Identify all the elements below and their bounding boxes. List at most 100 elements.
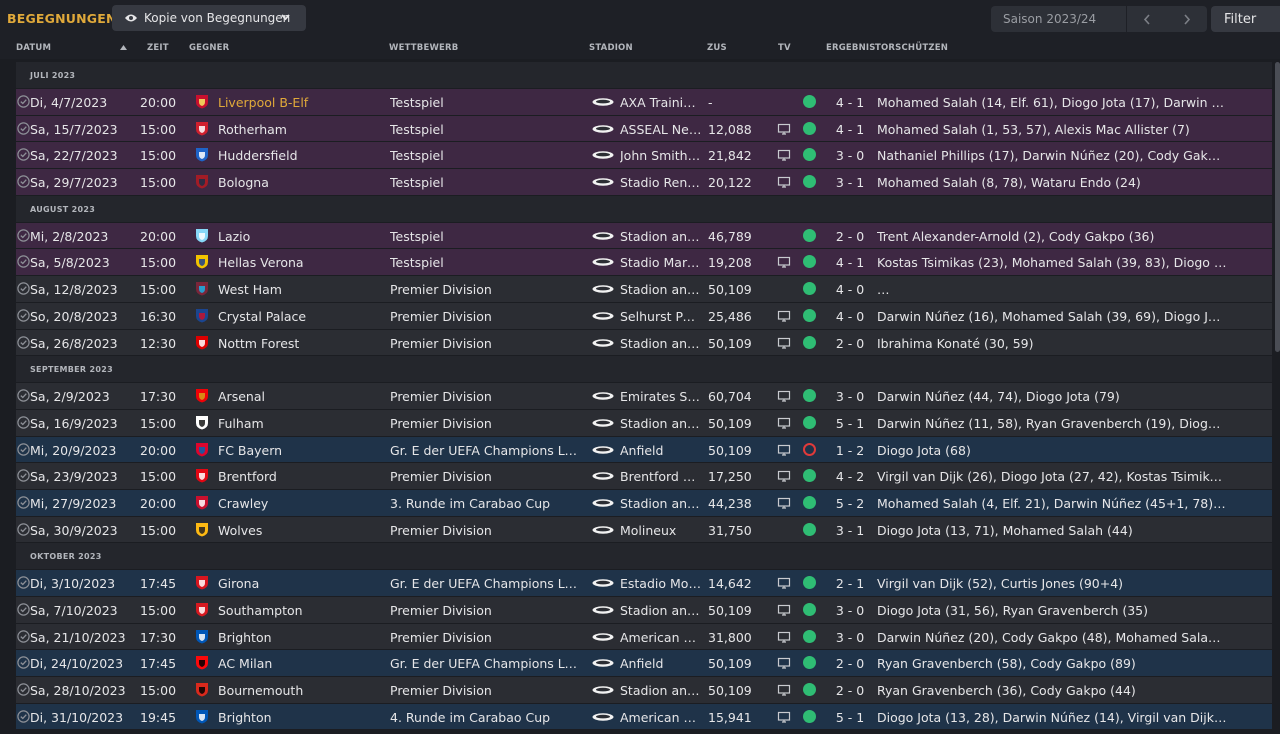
- stadium-link[interactable]: John Smith'…: [620, 148, 702, 163]
- match-score[interactable]: 2 - 0: [826, 683, 874, 698]
- stadium-link[interactable]: Stadio Marc…: [620, 255, 702, 270]
- opponent-link[interactable]: Crystal Palace: [218, 309, 388, 324]
- match-score[interactable]: 3 - 0: [826, 630, 874, 645]
- opponent-link[interactable]: Bologna: [218, 175, 388, 190]
- stadium-link[interactable]: Anfield: [620, 443, 702, 458]
- match-row[interactable]: Sa, 2/9/2023 17:30 Arsenal Premier Division…: [16, 383, 1272, 409]
- stadium-link[interactable]: Anfield: [620, 656, 702, 671]
- stadium-link[interactable]: American Ex…: [620, 710, 702, 725]
- competition-link[interactable]: Gr. E der UEFA Champions Lea…: [390, 576, 584, 591]
- match-score[interactable]: 5 - 2: [826, 496, 874, 511]
- match-score[interactable]: 2 - 0: [826, 656, 874, 671]
- opponent-link[interactable]: Brighton: [218, 630, 388, 645]
- match-row[interactable]: Sa, 29/7/2023 15:00 Bologna Testspiel Stadio…: [16, 169, 1272, 195]
- col-scorers[interactable]: TORSCHÜTZEN: [875, 43, 948, 53]
- opponent-link[interactable]: Crawley: [218, 496, 388, 511]
- opponent-link[interactable]: Girona: [218, 576, 388, 591]
- competition-link[interactable]: Gr. E der UEFA Champions Lea…: [390, 443, 584, 458]
- opponent-link[interactable]: West Ham: [218, 282, 388, 297]
- match-row[interactable]: Mi, 20/9/2023 20:00 FC Bayern Gr. E der UEF…: [16, 436, 1272, 463]
- match-row[interactable]: Di, 3/10/2023 17:45 Girona Gr. E der UEFA C…: [16, 570, 1272, 596]
- season-selector[interactable]: Saison 2023/24: [991, 6, 1126, 32]
- competition-link[interactable]: Premier Division: [390, 309, 584, 324]
- opponent-link[interactable]: Brighton: [218, 710, 388, 725]
- col-attendance[interactable]: ZUS: [707, 43, 727, 53]
- col-date[interactable]: DATUM: [16, 43, 51, 53]
- col-result[interactable]: ERGEBNIS: [826, 43, 876, 53]
- competition-link[interactable]: Premier Division: [390, 603, 584, 618]
- competition-link[interactable]: Testspiel: [390, 229, 584, 244]
- stadium-link[interactable]: Selhurst Park: [620, 309, 702, 324]
- match-row[interactable]: Sa, 21/10/2023 17:30 Brighton Premier Divis…: [16, 623, 1272, 650]
- opponent-link[interactable]: Wolves: [218, 523, 388, 538]
- stadium-link[interactable]: Stadion an d…: [620, 282, 702, 297]
- stadium-link[interactable]: ASSEAL Ne…: [620, 122, 702, 137]
- competition-link[interactable]: Testspiel: [390, 175, 584, 190]
- opponent-link[interactable]: FC Bayern: [218, 443, 388, 458]
- stadium-link[interactable]: Stadion an d…: [620, 336, 702, 351]
- stadium-link[interactable]: Stadion an d…: [620, 416, 702, 431]
- competition-link[interactable]: Premier Division: [390, 469, 584, 484]
- opponent-link[interactable]: Rotherham: [218, 122, 388, 137]
- match-score[interactable]: 3 - 0: [826, 148, 874, 163]
- stadium-link[interactable]: Stadion an d…: [620, 496, 702, 511]
- scrollbar-thumb[interactable]: [1275, 62, 1280, 352]
- match-score[interactable]: 4 - 1: [826, 255, 874, 270]
- match-row[interactable]: Sa, 30/9/2023 15:00 Wolves Premier Division…: [16, 516, 1272, 543]
- opponent-link[interactable]: Bournemouth: [218, 683, 388, 698]
- competition-link[interactable]: Premier Division: [390, 523, 584, 538]
- match-score[interactable]: 4 - 1: [826, 95, 874, 110]
- match-score[interactable]: 4 - 1: [826, 122, 874, 137]
- match-score[interactable]: 4 - 0: [826, 282, 874, 297]
- stadium-link[interactable]: Stadion an d…: [620, 683, 702, 698]
- match-score[interactable]: 5 - 1: [826, 710, 874, 725]
- next-button[interactable]: [1167, 6, 1207, 32]
- col-competition[interactable]: WETTBEWERB: [389, 43, 458, 53]
- match-score[interactable]: 2 - 0: [826, 229, 874, 244]
- match-row[interactable]: Di, 4/7/2023 20:00 Liverpool B-Elf Testspie…: [16, 89, 1272, 115]
- stadium-link[interactable]: Estadio Mon…: [620, 576, 702, 591]
- previous-button[interactable]: [1127, 6, 1167, 32]
- stadium-link[interactable]: Stadion an d…: [620, 229, 702, 244]
- competition-link[interactable]: 4. Runde im Carabao Cup: [390, 710, 584, 725]
- match-score[interactable]: 3 - 0: [826, 603, 874, 618]
- competition-link[interactable]: Testspiel: [390, 148, 584, 163]
- opponent-link[interactable]: Fulham: [218, 416, 388, 431]
- opponent-link[interactable]: Arsenal: [218, 389, 388, 404]
- match-score[interactable]: 2 - 0: [826, 336, 874, 351]
- match-row[interactable]: Sa, 16/9/2023 15:00 Fulham Premier Division…: [16, 409, 1272, 436]
- opponent-link[interactable]: Liverpool B-Elf: [218, 95, 388, 110]
- match-score[interactable]: 3 - 1: [826, 523, 874, 538]
- match-row[interactable]: Sa, 7/10/2023 15:00 Southampton Premier Div…: [16, 597, 1272, 623]
- opponent-link[interactable]: Southampton: [218, 603, 388, 618]
- opponent-link[interactable]: AC Milan: [218, 656, 388, 671]
- competition-link[interactable]: Premier Division: [390, 683, 584, 698]
- stadium-link[interactable]: American Ex…: [620, 630, 702, 645]
- filter-button[interactable]: Filter: [1211, 6, 1280, 32]
- col-opponent[interactable]: GEGNER: [189, 43, 229, 53]
- stadium-link[interactable]: Molineux: [620, 523, 702, 538]
- col-time[interactable]: ZEIT: [147, 43, 169, 53]
- match-row[interactable]: Di, 24/10/2023 17:45 AC Milan Gr. E der UEF…: [16, 650, 1272, 677]
- stadium-link[interactable]: Brentford C…: [620, 469, 702, 484]
- match-row[interactable]: Sa, 5/8/2023 15:00 Hellas Verona Testspiel S…: [16, 249, 1272, 276]
- col-stadium[interactable]: STADION: [589, 43, 633, 53]
- opponent-link[interactable]: Lazio: [218, 229, 388, 244]
- competition-link[interactable]: Gr. E der UEFA Champions Lea…: [390, 656, 584, 671]
- match-score[interactable]: 4 - 2: [826, 469, 874, 484]
- match-score[interactable]: 1 - 2: [826, 443, 874, 458]
- competition-link[interactable]: Premier Division: [390, 630, 584, 645]
- stadium-link[interactable]: Stadion an d…: [620, 603, 702, 618]
- match-row[interactable]: Mi, 27/9/2023 20:00 Crawley 3. Runde im Car…: [16, 489, 1272, 516]
- competition-link[interactable]: Premier Division: [390, 389, 584, 404]
- stadium-link[interactable]: Emirates Sta…: [620, 389, 702, 404]
- col-tv[interactable]: TV: [778, 43, 791, 53]
- view-dropdown[interactable]: Kopie von Begegnungen: [112, 5, 306, 31]
- stadium-link[interactable]: Stadio Renat…: [620, 175, 702, 190]
- competition-link[interactable]: 3. Runde im Carabao Cup: [390, 496, 584, 511]
- match-score[interactable]: 3 - 0: [826, 389, 874, 404]
- match-score[interactable]: 3 - 1: [826, 175, 874, 190]
- competition-link[interactable]: Premier Division: [390, 416, 584, 431]
- opponent-link[interactable]: Hellas Verona: [218, 255, 388, 270]
- match-row[interactable]: Mi, 2/8/2023 20:00 Lazio Testspiel Stadion a…: [16, 222, 1272, 249]
